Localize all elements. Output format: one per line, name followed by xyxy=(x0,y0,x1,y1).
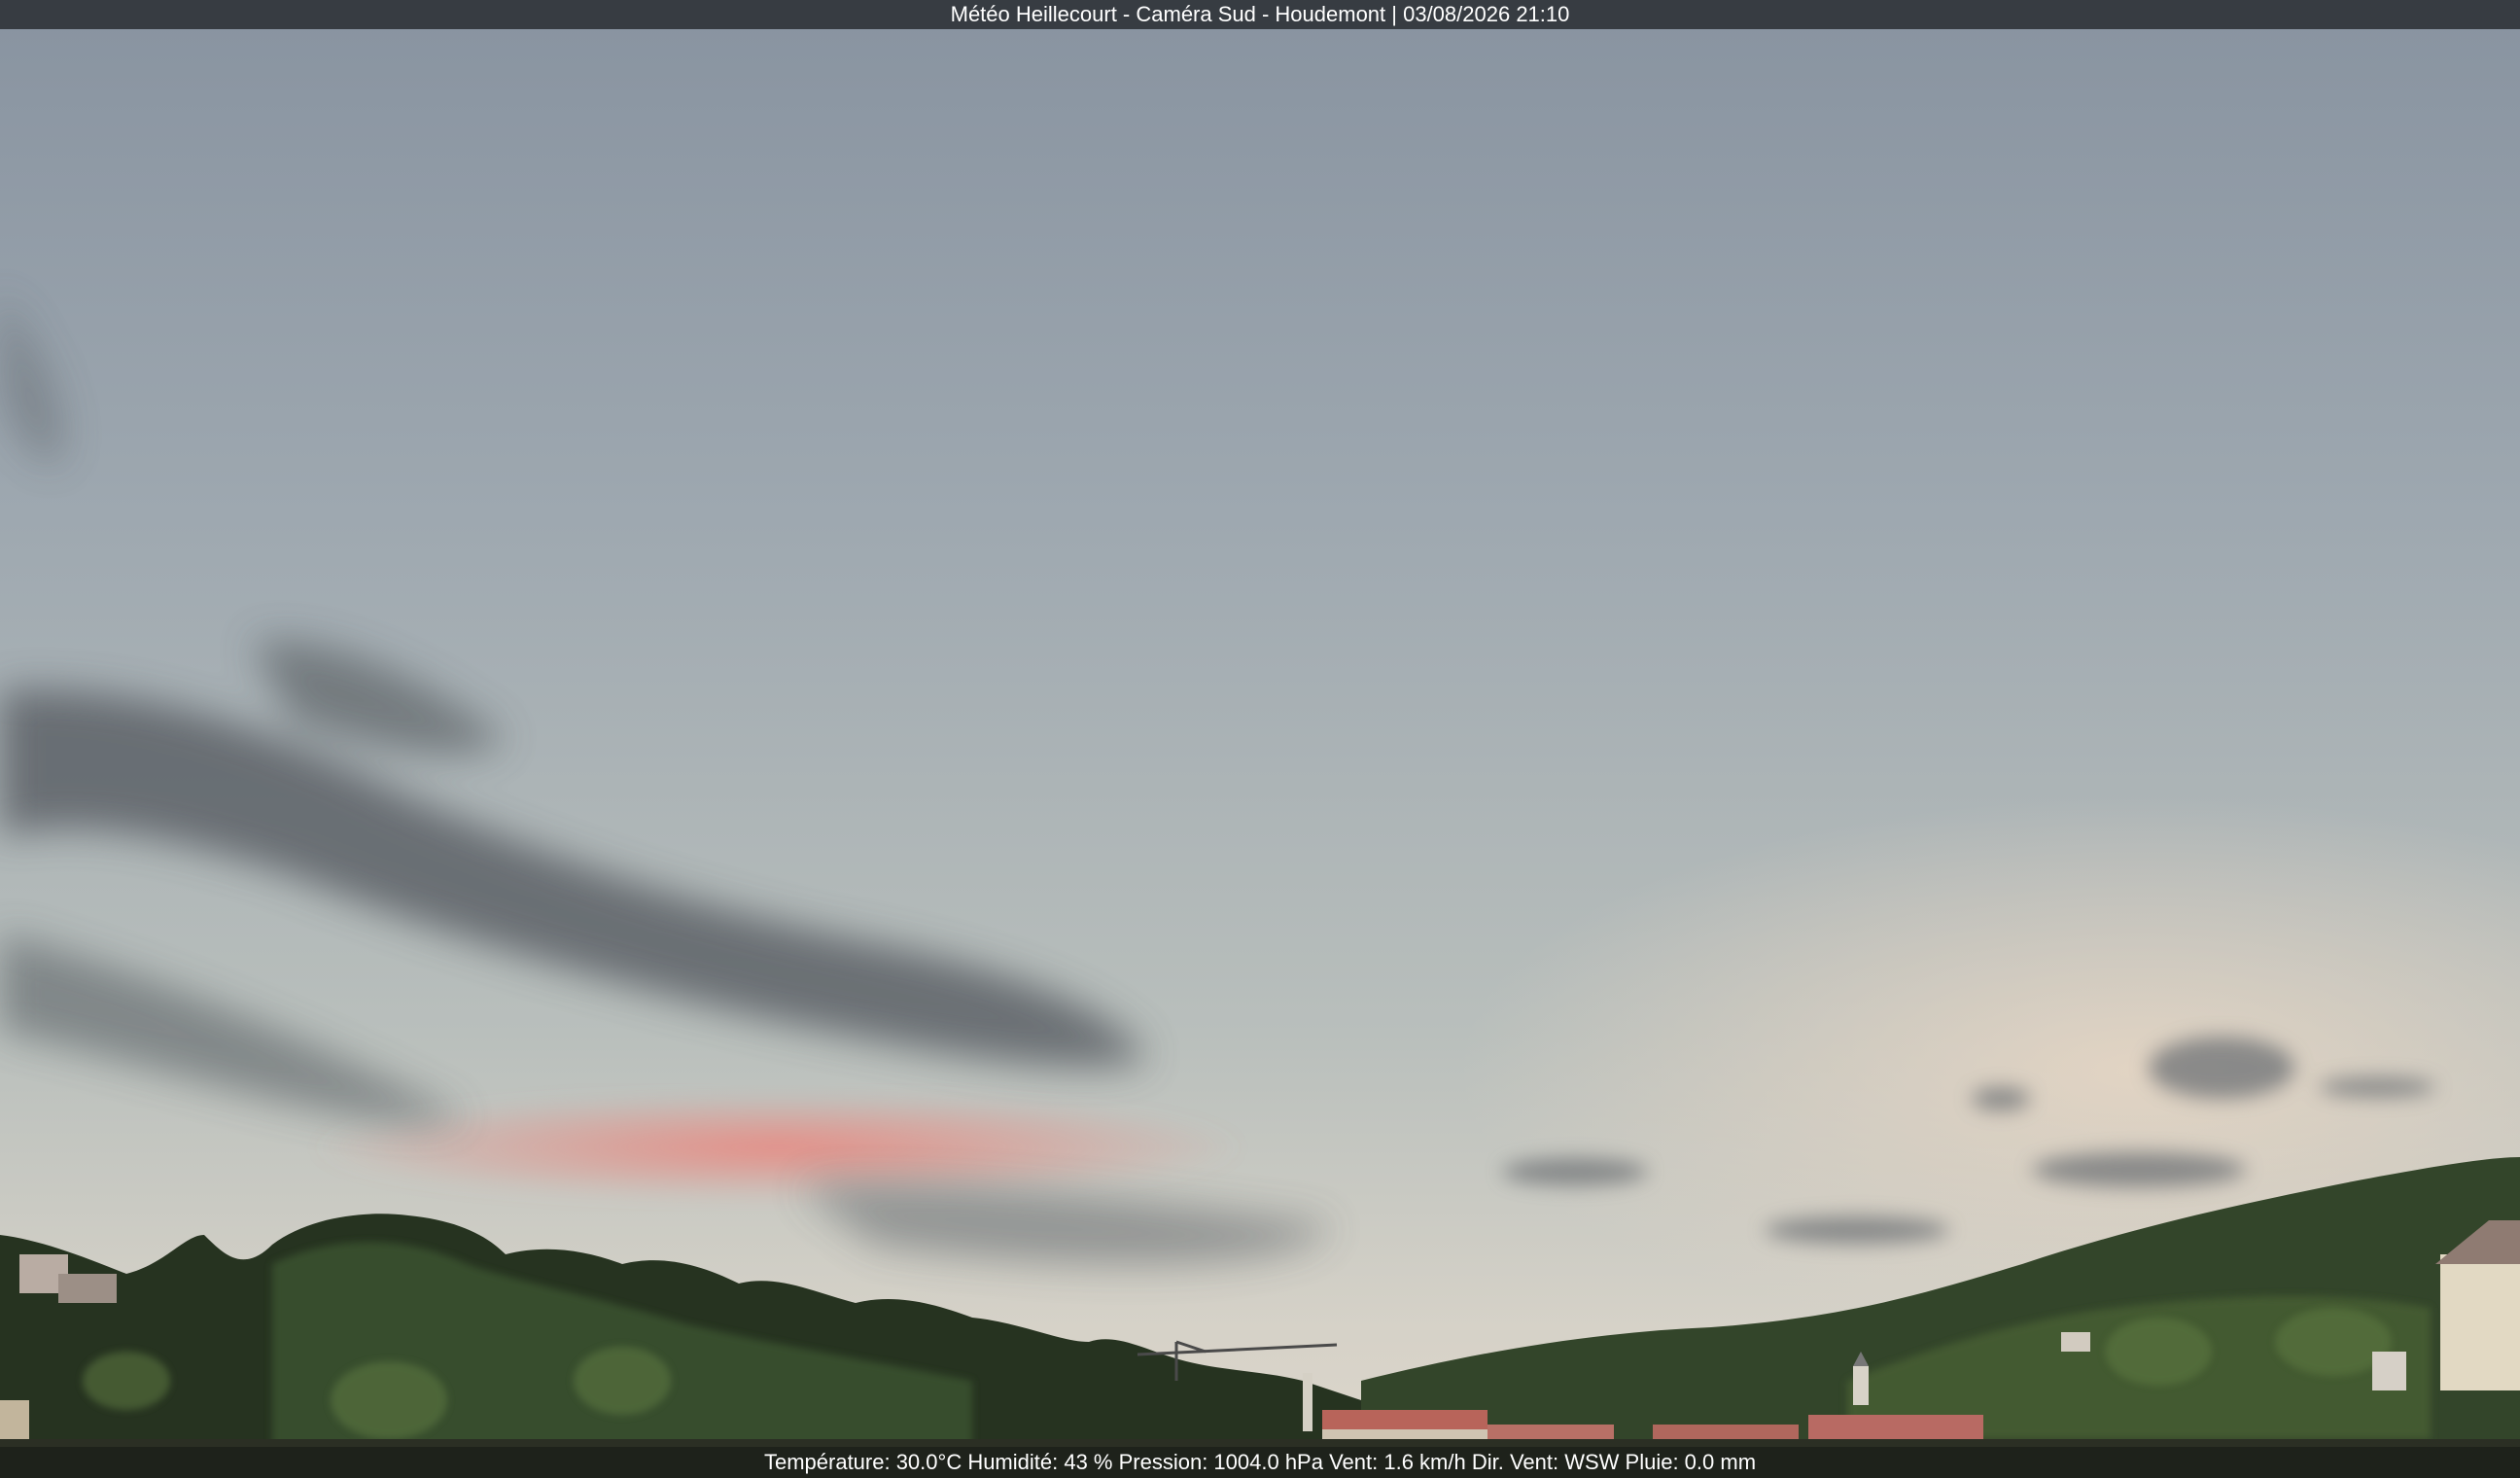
weather-readout-bar: Température: 30.0°C Humidité: 43 % Press… xyxy=(0,1447,2520,1478)
weather-readout: Température: 30.0°C Humidité: 43 % Press… xyxy=(763,1450,1757,1474)
webcam-image xyxy=(0,0,2520,1478)
title-bar: Météo Heillecourt - Caméra Sud - Houdemo… xyxy=(0,0,2520,29)
camera-title: Météo Heillecourt - Caméra Sud - Houdemo… xyxy=(950,2,1570,26)
sky-landscape-scene xyxy=(0,0,2520,1478)
sunset-glow xyxy=(311,1094,1244,1201)
